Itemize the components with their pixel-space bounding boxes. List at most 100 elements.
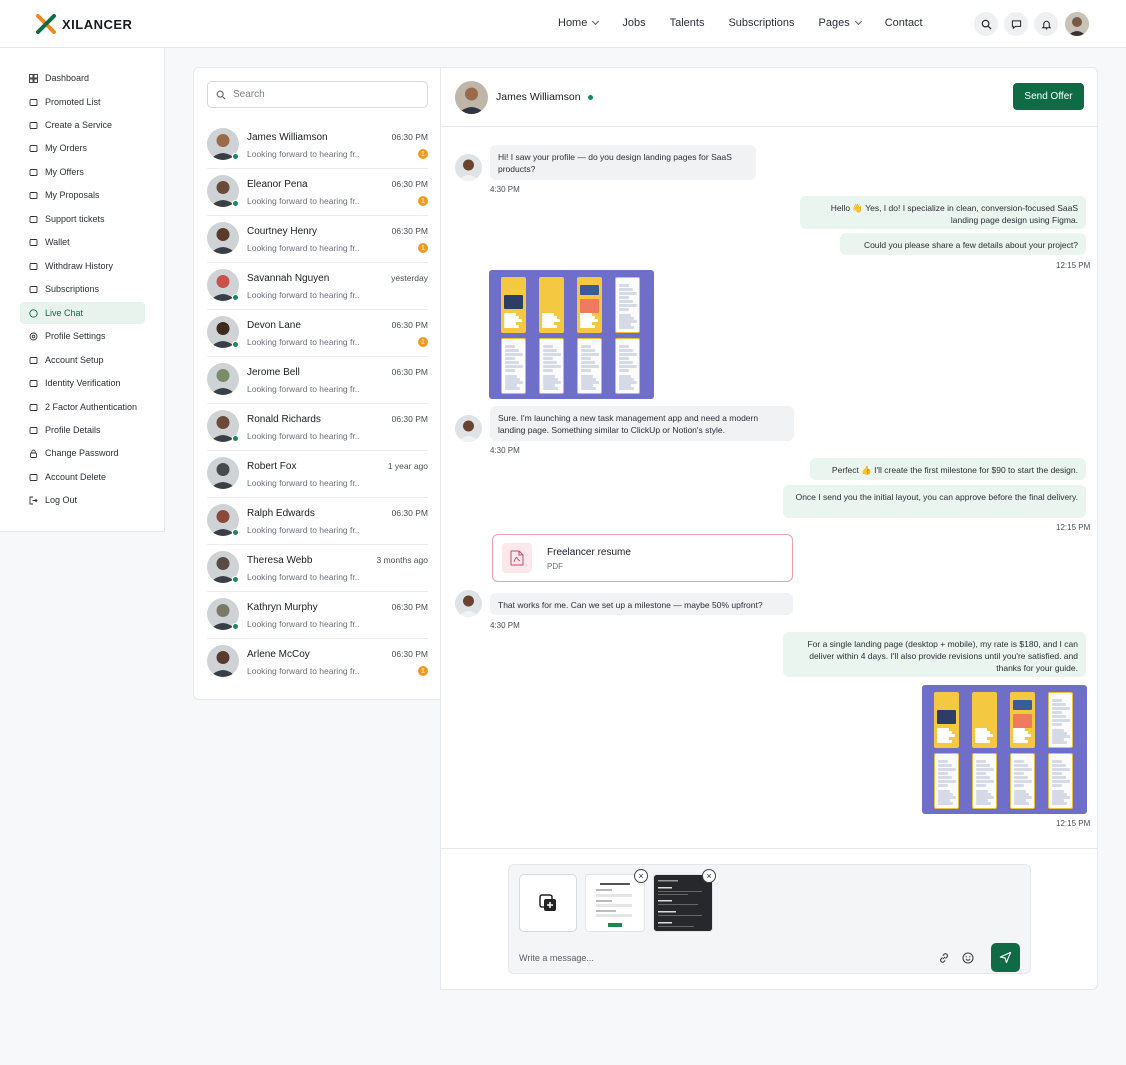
conversation-preview: Looking forward to hearing fr.. [247, 525, 360, 535]
sidebar-item-2-factor-authentication[interactable]: 2 Factor Authentication [20, 396, 145, 418]
message-outgoing: Once I send you the initial layout, you … [783, 485, 1086, 518]
sidebar: Dashboard Promoted List Create a Service My… [0, 48, 165, 532]
nav-home[interactable]: Home [558, 17, 600, 29]
message-input[interactable]: Write a message... [519, 953, 594, 963]
sidebar-item-change-password[interactable]: Change Password [20, 442, 145, 464]
logo-mark-icon [36, 14, 56, 34]
mockup-screen [615, 277, 640, 333]
sidebar-item-withdraw-history[interactable]: Withdraw History [20, 255, 145, 277]
conversation-item[interactable]: Eleanor Pena 06:30 PM Looking forward to h… [207, 169, 428, 216]
chat-icon[interactable] [1004, 12, 1028, 36]
send-offer-button[interactable]: Send Offer [1013, 83, 1084, 110]
conversation-time: 3 months ago [376, 555, 428, 565]
conversation-preview: Looking forward to hearing fr.. [247, 290, 360, 300]
sidebar-item-live-chat[interactable]: Live Chat [20, 302, 145, 324]
wallet-icon [29, 238, 38, 247]
attachment-thumbnail[interactable] [653, 874, 713, 932]
chat-panel: James Williamson Send Offer Hi! I saw yo… [440, 67, 1098, 990]
sidebar-item-my-proposals[interactable]: My Proposals [20, 184, 145, 206]
online-status-dot [232, 529, 239, 536]
conversation-name: Kathryn Murphy [247, 602, 318, 613]
sidebar-item-subscriptions[interactable]: Subscriptions [20, 278, 145, 300]
conversation-item[interactable]: Robert Fox 1 year ago Looking forward to h… [207, 451, 428, 498]
trash-icon [29, 473, 38, 482]
nav-contact-label: Contact [884, 17, 923, 29]
conversation-item[interactable]: Theresa Webb 3 months ago Looking forward … [207, 545, 428, 592]
sidebar-item-wallet[interactable]: Wallet [20, 231, 145, 253]
nav-pages-label: Pages [818, 17, 850, 29]
sidebar-item-account-delete[interactable]: Account Delete [20, 466, 145, 488]
online-status-dot [232, 153, 239, 160]
conversation-name: Eleanor Pena [247, 179, 308, 190]
shared-image-app-mockup[interactable] [489, 270, 654, 399]
clipboard-icon [29, 144, 38, 153]
nav-contact[interactable]: Contact [885, 17, 923, 29]
add-attachment-button[interactable] [519, 874, 577, 932]
nav-jobs[interactable]: Jobs [622, 17, 645, 29]
unread-badge: 1 [418, 666, 428, 676]
conversation-item[interactable]: James Williamson 06:30 PM Looking forward … [207, 122, 428, 169]
nav-talents[interactable]: Talents [670, 17, 705, 29]
conversation-item[interactable]: Jerome Bell 06:30 PM Looking forward to he… [207, 357, 428, 404]
message-outgoing: Perfect 👍 I'll create the first mileston… [810, 458, 1086, 480]
file-attachment-card[interactable]: Freelancer resume PDF [492, 534, 793, 582]
conversation-name: Arlene McCoy [247, 649, 310, 660]
crown-icon [29, 285, 38, 294]
emoji-icon[interactable] [962, 952, 974, 964]
nav-pages[interactable]: Pages [818, 17, 862, 29]
conversation-item[interactable]: Kathryn Murphy 06:30 PM Looking forward to… [207, 592, 428, 639]
brand-logo[interactable]: XILANCER [36, 14, 132, 34]
brand-name: XILANCER [62, 16, 133, 32]
unread-badge: 1 [418, 149, 428, 159]
sidebar-item-create-a-service[interactable]: Create a Service [20, 114, 145, 136]
sidebar-item-account-setup[interactable]: Account Setup [20, 349, 145, 371]
conversation-item[interactable]: Ralph Edwards 06:30 PM Looking forward to … [207, 498, 428, 545]
chat-bubble-icon [29, 308, 38, 318]
file-type: PDF [547, 562, 563, 571]
main-nav: Home Jobs Talents Subscriptions Pages Co… [558, 17, 947, 29]
bell-icon[interactable] [1034, 12, 1058, 36]
mockup-screen [934, 753, 959, 809]
contact-avatar[interactable] [455, 81, 488, 114]
sidebar-item-dashboard[interactable]: Dashboard [20, 67, 145, 89]
sidebar-item-my-orders[interactable]: My Orders [20, 137, 145, 159]
message-incoming: That works for me. Can we set up a miles… [490, 593, 793, 615]
search-input[interactable]: Search [207, 81, 428, 108]
divider [441, 848, 1097, 849]
sidebar-item-support-tickets[interactable]: Support tickets [20, 208, 145, 230]
search-icon[interactable] [974, 12, 998, 36]
search-placeholder: Search [233, 89, 265, 100]
sidebar-item-promoted-list[interactable]: Promoted List [20, 91, 145, 113]
mockup-screen [501, 338, 526, 394]
user-gear-icon [29, 356, 38, 365]
link-icon[interactable] [938, 952, 950, 964]
sidebar-item-profile-details[interactable]: Profile Details [20, 419, 145, 441]
sidebar-item-my-offers[interactable]: My Offers [20, 161, 145, 183]
attachment-thumbnail[interactable] [585, 874, 645, 932]
nav-jobs-label: Jobs [622, 17, 646, 29]
online-status-dot [232, 200, 239, 207]
nav-subscriptions[interactable]: Subscriptions [728, 17, 794, 29]
sidebar-item-profile-settings[interactable]: Profile Settings [20, 325, 145, 347]
conversation-item[interactable]: Devon Lane 06:30 PM Looking forward to hea… [207, 310, 428, 357]
conversation-time: 06:30 PM [391, 414, 428, 424]
conversation-item[interactable]: Savannah Nguyen yesterday Looking forward … [207, 263, 428, 310]
list-icon [29, 191, 38, 200]
shared-image-app-mockup[interactable] [922, 685, 1087, 814]
sidebar-item-label: Live Chat [45, 308, 84, 318]
conversation-item[interactable]: Courtney Henry 06:30 PM Looking forward to… [207, 216, 428, 263]
user-avatar[interactable] [1065, 12, 1089, 36]
send-message-button[interactable] [991, 943, 1020, 972]
conversation-name: Ralph Edwards [247, 508, 315, 519]
mockup-screen [972, 753, 997, 809]
conversation-item[interactable]: Arlene McCoy 06:30 PM Looking forward to h… [207, 639, 428, 686]
sidebar-item-identity-verification[interactable]: Identity Verification [20, 372, 145, 394]
remove-attachment-button[interactable]: × [702, 869, 716, 883]
conversation-item[interactable]: Ronald Richards 06:30 PM Looking forward t… [207, 404, 428, 451]
add-file-icon [539, 894, 556, 911]
conversation-preview: Looking forward to hearing fr.. [247, 196, 360, 206]
message-timestamp: 4:30 PM [490, 446, 520, 455]
remove-attachment-button[interactable]: × [634, 869, 648, 883]
conversation-time: 06:30 PM [391, 602, 428, 612]
sidebar-item-log-out[interactable]: Log Out [20, 489, 145, 511]
